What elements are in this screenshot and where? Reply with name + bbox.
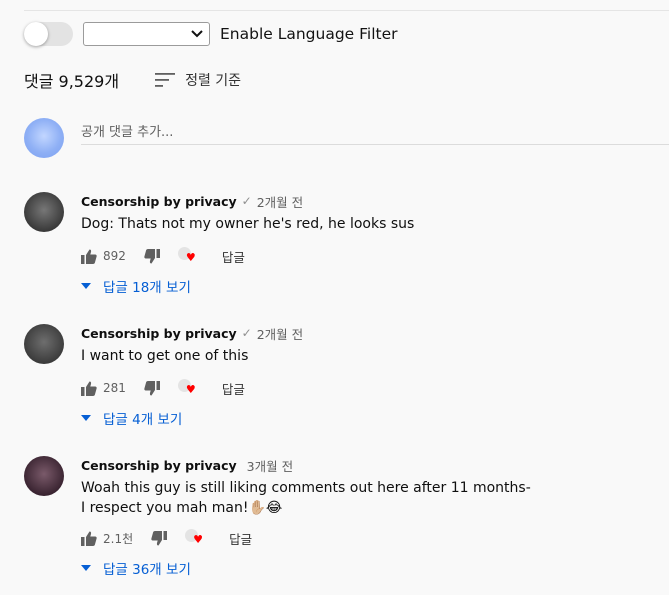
verified-check-icon: ✓ [241, 194, 252, 208]
thumb-down-icon[interactable] [144, 380, 160, 396]
like-count: 892 [103, 249, 126, 263]
add-comment-box: 공개 댓글 추가... [24, 118, 669, 162]
thumb-up-icon[interactable] [81, 531, 97, 546]
language-select[interactable] [83, 22, 210, 46]
avatar[interactable] [24, 324, 64, 364]
add-comment-input[interactable]: 공개 댓글 추가... [81, 121, 669, 145]
comment-time[interactable]: 2개월 전 [257, 192, 303, 211]
thumb-down-icon[interactable] [144, 248, 160, 264]
toggle-knob [24, 22, 48, 46]
avatar[interactable] [24, 192, 64, 232]
comment-meta: Censorship by privacy 3개월 전 [81, 456, 659, 474]
verified-check-icon: ✓ [241, 326, 252, 340]
comment-text: Woah this guy is still liking comments o… [81, 478, 659, 518]
sort-icon [155, 73, 176, 87]
creator-heart: ♥ [177, 379, 200, 397]
caret-down-icon [81, 283, 91, 289]
comment-count: 댓글 9,529개 [24, 72, 120, 91]
comment-actions: 892 ♥ 답글 [81, 244, 659, 268]
comment-text-line: I want to get one of this [81, 348, 249, 364]
thumb-up-icon[interactable] [81, 381, 97, 396]
comment-body: Censorship by privacy 3개월 전 Woah this gu… [81, 456, 659, 578]
comment-meta: Censorship by privacy ✓ 2개월 전 [81, 324, 659, 342]
reply-button[interactable]: 답글 [229, 529, 252, 548]
sort-label: 정렬 기준 [185, 73, 242, 89]
sort-button[interactable]: 정렬 기준 [155, 70, 241, 90]
comment-text-line: Dog: Thats not my owner he's red, he loo… [81, 216, 415, 232]
view-replies-button[interactable]: 답글 18개 보기 [81, 276, 659, 296]
creator-heart: ♥ [185, 529, 207, 547]
avatar [24, 118, 64, 158]
creator-heart: ♥ [177, 247, 200, 265]
chevron-down-icon [191, 30, 203, 38]
comment-text: Dog: Thats not my owner he's red, he loo… [81, 214, 659, 234]
like-count: 281 [103, 381, 126, 395]
comment-body: Censorship by privacy ✓ 2개월 전 Dog: Thats… [81, 192, 659, 296]
comment-time[interactable]: 2개월 전 [257, 324, 303, 343]
comment-author[interactable]: Censorship by privacy [81, 194, 237, 209]
comment-text-line: I respect you mah man!✋🏼😂 [81, 500, 283, 516]
comment-time[interactable]: 3개월 전 [247, 456, 293, 475]
comment-body: Censorship by privacy ✓ 2개월 전 I want to … [81, 324, 659, 428]
language-filter-label: Enable Language Filter [220, 25, 398, 43]
heart-icon: ♥ [185, 383, 196, 396]
thumb-up-icon[interactable] [81, 249, 97, 264]
heart-icon: ♥ [193, 533, 203, 546]
comments-page: Enable Language Filter 댓글 9,529개 정렬 기준 공… [0, 0, 669, 595]
comment-text: I want to get one of this [81, 346, 659, 366]
heart-icon: ♥ [185, 251, 196, 264]
view-replies-label: 답글 4개 보기 [103, 412, 183, 428]
like-count: 2.1천 [103, 531, 134, 546]
language-filter-toggle[interactable] [24, 22, 73, 46]
comment-meta: Censorship by privacy ✓ 2개월 전 [81, 192, 659, 210]
comment-text-line: Woah this guy is still liking comments o… [81, 480, 531, 496]
comment-author[interactable]: Censorship by privacy [81, 458, 237, 473]
caret-down-icon [81, 565, 91, 571]
comment-author[interactable]: Censorship by privacy [81, 326, 237, 341]
top-divider [24, 10, 669, 11]
view-replies-label: 답글 18개 보기 [103, 280, 191, 296]
comments-header: 댓글 9,529개 정렬 기준 [24, 68, 241, 92]
view-replies-label: 답글 36개 보기 [103, 562, 191, 578]
caret-down-icon [81, 415, 91, 421]
avatar[interactable] [24, 456, 64, 496]
reply-button[interactable]: 답글 [222, 379, 245, 398]
language-filter-row: Enable Language Filter [24, 20, 398, 48]
reply-button[interactable]: 답글 [222, 247, 245, 266]
comment-actions: 281 ♥ 답글 [81, 376, 659, 400]
view-replies-button[interactable]: 답글 4개 보기 [81, 408, 659, 428]
comment-actions: 2.1천 ♥ 답글 [81, 526, 659, 550]
thumb-down-icon[interactable] [151, 530, 168, 546]
view-replies-button[interactable]: 답글 36개 보기 [81, 558, 659, 578]
